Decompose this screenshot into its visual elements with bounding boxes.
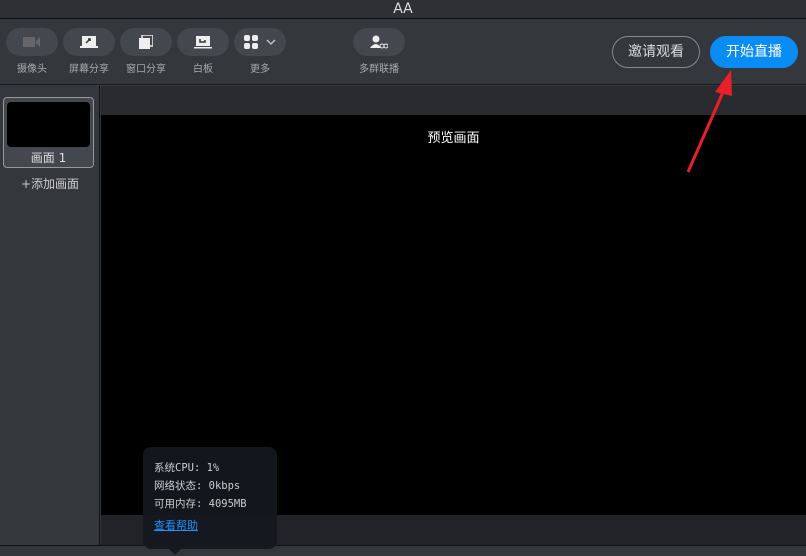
preview-header-strip — [101, 86, 806, 115]
multi-group-button[interactable] — [353, 28, 405, 56]
camera-button[interactable] — [6, 28, 58, 56]
scene-thumbnail — [7, 102, 90, 147]
screen-share-button[interactable] — [63, 28, 115, 56]
system-stats-popup: 系统CPU: 1% 网络状态: 0kbps 可用内存: 4095MB 查看帮助 — [143, 447, 277, 555]
invite-button[interactable]: 邀请观看 — [612, 36, 700, 68]
window-share-tool[interactable]: 窗口分享 — [120, 28, 172, 75]
start-live-button[interactable]: 开始直播 — [710, 36, 798, 68]
network-stat: 网络状态: 0kbps — [154, 480, 241, 492]
more-grid-icon — [244, 35, 258, 49]
scene-sidebar: 画面 1 +添加画面 — [0, 86, 100, 545]
chevron-down-icon — [266, 39, 276, 45]
scene-label: 画面 1 — [30, 151, 67, 165]
add-scene-button[interactable]: +添加画面 — [0, 175, 100, 192]
status-bar — [0, 545, 806, 556]
preview-title: 预览画面 — [427, 131, 480, 146]
title-bar: AA — [0, 0, 806, 19]
screen-share-tool[interactable]: 屏幕分享 — [63, 28, 115, 75]
window-title: AA — [393, 1, 413, 17]
multi-group-label: 多群联播 — [359, 64, 399, 75]
memory-stat: 可用内存: 4095MB — [154, 498, 247, 510]
popup-tail — [169, 549, 181, 555]
more-tool[interactable]: 更多 — [234, 28, 286, 75]
more-label: 更多 — [250, 64, 270, 75]
scene-item[interactable]: 画面 1 — [3, 97, 94, 168]
whiteboard-tool[interactable]: 白板 — [177, 28, 229, 75]
multi-group-tool[interactable]: 多群联播 — [353, 28, 405, 75]
whiteboard-icon — [194, 36, 212, 49]
help-link[interactable]: 查看帮助 — [154, 517, 266, 535]
cpu-stat: 系统CPU: 1% — [154, 462, 220, 474]
window-share-button[interactable] — [120, 28, 172, 56]
screen-share-icon — [80, 36, 98, 48]
multi-group-broadcast-icon — [370, 35, 388, 49]
camera-icon — [23, 37, 40, 47]
whiteboard-button[interactable] — [177, 28, 229, 56]
more-button[interactable] — [234, 28, 286, 56]
window-share-icon — [139, 35, 153, 49]
toolbar: 摄像头 屏幕分享 窗口分享 白板 更多 多群联播 邀请观看 开始直播 — [0, 19, 806, 85]
camera-tool[interactable]: 摄像头 — [6, 28, 58, 75]
